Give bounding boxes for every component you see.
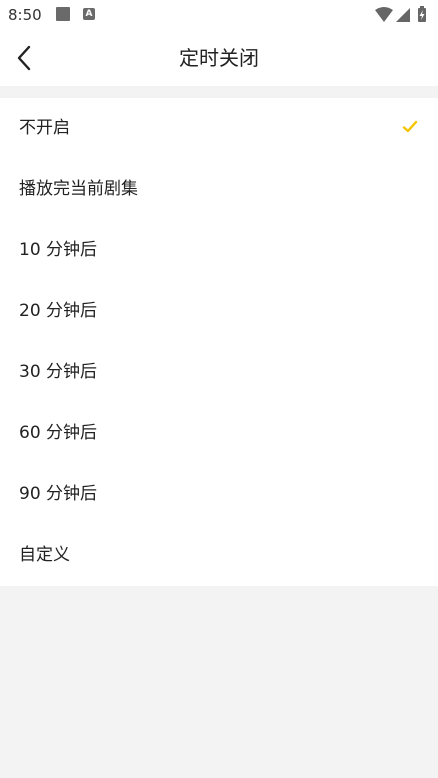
timer-option[interactable]: 自定义 — [0, 525, 438, 586]
timer-option-label: 90 分钟后 — [19, 484, 98, 504]
timer-option[interactable]: 播放完当前剧集 — [0, 159, 438, 220]
status-bar: 8:50 A — [0, 0, 438, 30]
wifi-icon — [375, 7, 393, 22]
a-icon: A — [83, 8, 95, 20]
timer-option[interactable]: 20 分钟后 — [0, 281, 438, 342]
timer-options-list: 不开启 播放完当前剧集 10 分钟后 20 分钟后 30 分钟后 60 分钟后 … — [0, 98, 438, 586]
square-icon — [56, 7, 70, 21]
timer-option-selected[interactable]: 不开启 — [0, 98, 438, 159]
timer-option-label: 10 分钟后 — [19, 240, 98, 260]
timer-option-label: 播放完当前剧集 — [19, 179, 138, 199]
timer-option[interactable]: 10 分钟后 — [0, 220, 438, 281]
timer-option-label: 自定义 — [19, 545, 70, 565]
battery-charging-icon — [418, 6, 426, 22]
timer-option-label: 20 分钟后 — [19, 301, 98, 321]
timer-option-label: 60 分钟后 — [19, 423, 98, 443]
signal-icon — [396, 8, 410, 22]
header: 定时关闭 — [0, 30, 438, 86]
page-title: 定时关闭 — [179, 46, 259, 70]
timer-option-label: 30 分钟后 — [19, 362, 98, 382]
back-button[interactable] — [10, 42, 42, 74]
status-icons — [375, 6, 426, 22]
timer-option[interactable]: 30 分钟后 — [0, 342, 438, 403]
status-time: 8:50 — [8, 6, 42, 24]
check-icon — [402, 120, 418, 133]
timer-option[interactable]: 90 分钟后 — [0, 464, 438, 525]
chevron-left-icon — [17, 45, 31, 71]
timer-option-label: 不开启 — [19, 118, 70, 138]
timer-option[interactable]: 60 分钟后 — [0, 403, 438, 464]
